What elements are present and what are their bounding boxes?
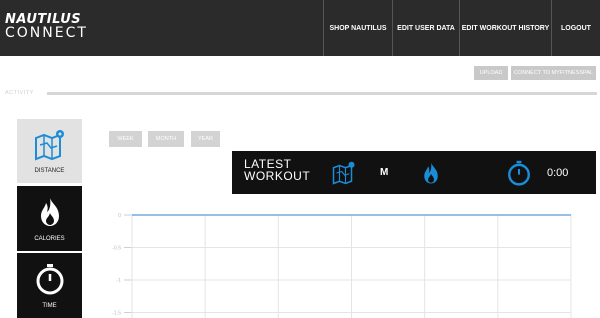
chart-ytick-label: -0.5 xyxy=(112,246,121,252)
tab-month[interactable]: MONTH xyxy=(148,131,184,147)
sidebar-item-calories[interactable]: CALORIES xyxy=(17,186,82,251)
nav-shop-nautilus[interactable]: SHOP NAUTILUS xyxy=(323,0,392,56)
latest-workout-panel: LATEST WORKOUT M 0:00 xyxy=(232,151,596,194)
sidebar-item-time[interactable]: TIME xyxy=(17,253,82,318)
flame-icon xyxy=(41,198,59,226)
latest-distance-unit: M xyxy=(380,167,389,178)
top-bar: NAUTILUS CONNECT SHOP NAUTILUS EDIT USER… xyxy=(0,0,600,56)
latest-title-line2: WORKOUT xyxy=(244,169,311,183)
nav-edit-workout-history[interactable]: EDIT WORKOUT HISTORY xyxy=(459,0,551,56)
map-icon xyxy=(35,130,64,161)
tab-week[interactable]: WEEK xyxy=(109,131,142,147)
sidebar-label-distance: DISTANCE xyxy=(34,168,65,174)
flame-icon xyxy=(424,162,438,184)
connect-myfitnesspal-button[interactable]: CONNECT TO MYFITNESSPAL xyxy=(511,66,596,80)
logo-line2: CONNECT xyxy=(5,25,88,41)
sidebar-label-time: TIME xyxy=(42,303,57,309)
nav-logout[interactable]: LOGOUT xyxy=(551,0,600,56)
stopwatch-icon xyxy=(508,160,530,186)
sidebar-item-distance[interactable]: DISTANCE xyxy=(17,119,82,183)
activity-chart: 0 -0.5 -1 -1.5 xyxy=(112,213,572,318)
nav-edit-user-data[interactable]: EDIT USER DATA xyxy=(392,0,459,56)
sidebar-label-calories: CALORIES xyxy=(34,236,65,242)
chart-ytick-label: -1 xyxy=(117,278,122,284)
latest-time-value: 0:00 xyxy=(547,167,569,179)
upload-button[interactable]: UPLOAD xyxy=(474,66,508,80)
map-icon xyxy=(332,161,355,185)
latest-workout-title: LATEST WORKOUT xyxy=(244,158,310,182)
nautilus-connect-logo[interactable]: NAUTILUS CONNECT xyxy=(5,13,88,40)
chart-ytick-label: -1.5 xyxy=(112,311,121,317)
tab-year[interactable]: YEAR xyxy=(191,131,220,147)
stopwatch-icon xyxy=(36,264,64,295)
activity-label: ACTIVITY xyxy=(5,90,34,96)
chart-ytick-label: 0 xyxy=(118,213,121,219)
activity-divider xyxy=(47,92,597,95)
